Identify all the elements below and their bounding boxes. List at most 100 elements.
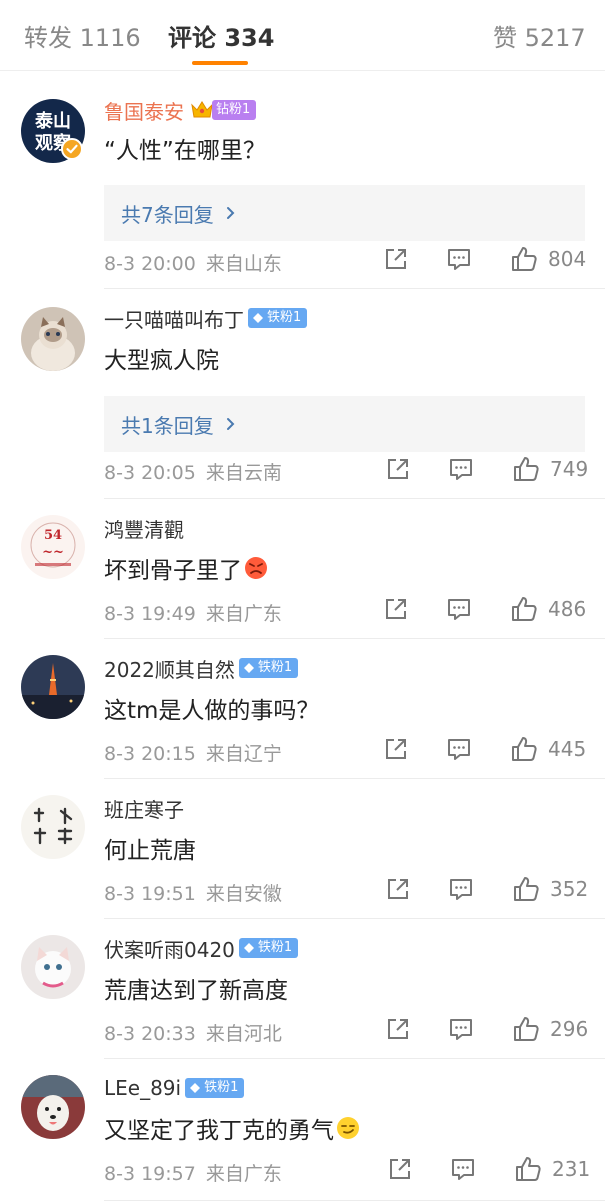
comment-meta: 8-3 19:49 来自广东 xyxy=(104,599,282,626)
comment-meta: 8-3 19:57 来自广东 xyxy=(104,1159,282,1186)
view-replies-button[interactable]: 共7条回复 xyxy=(104,185,585,241)
reply-button[interactable] xyxy=(449,877,473,901)
like-button[interactable]: 486 xyxy=(510,595,586,623)
comment-icon xyxy=(448,599,470,620)
user-line: 伏案听雨0420 铁粉1 xyxy=(104,933,299,963)
comment-meta: 8-3 20:05 来自云南 xyxy=(104,458,282,485)
user-line: 鲁国泰安 钻粉1 xyxy=(104,95,257,125)
comment-location: 来自广东 xyxy=(205,1163,282,1185)
comment-text: 这tm是人做的事吗？ xyxy=(104,698,320,724)
avatar[interactable]: 54 ~~ xyxy=(21,515,85,579)
avatar[interactable] xyxy=(21,1075,85,1139)
comment-text: “人性”在哪里？ xyxy=(104,138,266,164)
chevron-right-icon xyxy=(226,207,235,219)
username[interactable]: 2022顺其自然 xyxy=(104,654,235,683)
share-icon xyxy=(390,1159,410,1179)
share-button[interactable] xyxy=(386,1017,410,1041)
username[interactable]: 伏案听雨0420 xyxy=(104,934,235,963)
share-button[interactable] xyxy=(386,877,410,901)
tab-reposts[interactable]: 转发 1116 xyxy=(24,18,141,53)
share-button[interactable] xyxy=(386,457,410,481)
comment-text: 荒唐达到了新高度 xyxy=(104,978,288,1004)
tab-likes[interactable]: 赞 5217 xyxy=(493,18,586,53)
badge-label: 铁粉1 xyxy=(267,310,302,325)
comment-text-content: 坏到骨子里了 xyxy=(104,558,242,584)
view-replies-button[interactable]: 共1条回复 xyxy=(104,396,585,452)
user-line: 一只喵喵叫布丁 铁粉1 xyxy=(104,303,308,333)
comment-time: 8-3 19:51 xyxy=(104,883,196,905)
comment-item: LEe_89i 铁粉1 又坚定了我丁克的勇气 8-3 19:57来自广东 23 xyxy=(0,1059,605,1201)
user-line: LEe_89i 铁粉1 xyxy=(104,1073,245,1103)
comment-location: 来自云南 xyxy=(205,462,282,484)
share-icon xyxy=(386,249,406,269)
like-count: 486 xyxy=(548,597,587,621)
like-button[interactable]: 749 xyxy=(512,455,588,483)
user-line: 班庄寒子 xyxy=(104,793,184,823)
avatar[interactable] xyxy=(21,935,85,999)
replies-label: 共7条回复 xyxy=(121,202,214,227)
username[interactable]: LEe_89i xyxy=(104,1076,181,1100)
share-button[interactable] xyxy=(384,597,408,621)
comment-meta: 8-3 20:00 来自山东 xyxy=(104,249,282,276)
comment-location: 来自辽宁 xyxy=(205,743,282,765)
like-button[interactable]: 445 xyxy=(510,735,586,763)
user-line: 2022顺其自然 铁粉1 xyxy=(104,653,299,683)
tab-bar: 转发 1116 评论 334 赞 5217 xyxy=(0,0,605,71)
comment-time: 8-3 20:33 xyxy=(104,1023,196,1045)
reply-button[interactable] xyxy=(449,457,473,481)
like-button[interactable]: 296 xyxy=(512,1015,588,1043)
avatar[interactable] xyxy=(21,655,85,719)
like-button[interactable]: 231 xyxy=(514,1155,590,1183)
reply-button[interactable] xyxy=(451,1157,475,1181)
reply-button[interactable] xyxy=(447,247,471,271)
fan-badge: 铁粉1 xyxy=(238,938,299,958)
reply-button[interactable] xyxy=(447,737,471,761)
thumbs-up-icon xyxy=(514,457,539,481)
active-tab-indicator xyxy=(192,61,248,65)
share-icon xyxy=(388,879,408,899)
gem-icon xyxy=(190,1083,201,1093)
comment-icon xyxy=(450,1019,472,1040)
like-button[interactable]: 352 xyxy=(512,875,588,903)
badge-label: 铁粉1 xyxy=(257,940,293,955)
comment-meta: 8-3 19:51 来自安徽 xyxy=(104,879,282,906)
comment-text: 何止荒唐 xyxy=(104,838,196,864)
comment-location: 来自山东 xyxy=(205,253,282,275)
username[interactable]: 一只喵喵叫布丁 xyxy=(104,304,244,333)
fan-badge: 钻粉1 xyxy=(212,100,257,120)
replies-label: 共1条回复 xyxy=(121,413,214,438)
avatar-calligraphy-icon xyxy=(21,795,85,859)
comment-item: 伏案听雨0420 铁粉1 荒唐达到了新高度 8-3 20:33 来自河北 296 xyxy=(0,919,605,1059)
fan-badge: 铁粉1 xyxy=(185,1078,245,1098)
comment-icon xyxy=(450,459,472,480)
avatar[interactable] xyxy=(21,307,85,371)
username[interactable]: 鸿豐清觀 xyxy=(104,514,184,543)
username[interactable]: 鲁国泰安 xyxy=(104,96,184,125)
comment-time: 8-3 20:05 xyxy=(104,462,196,484)
verified-icon xyxy=(61,138,83,160)
angry-face-emoji-icon xyxy=(245,557,267,579)
comment-icon xyxy=(448,739,470,760)
comment-text: 大型疯人院 xyxy=(104,348,219,374)
share-button[interactable] xyxy=(384,737,408,761)
svg-text:~~: ~~ xyxy=(42,545,64,560)
share-icon xyxy=(386,599,406,619)
thumbs-up-icon xyxy=(512,737,537,761)
reply-button[interactable] xyxy=(447,597,471,621)
thumbs-up-icon xyxy=(514,1017,539,1041)
comment-item: 班庄寒子 何止荒唐 8-3 19:51 来自安徽 352 xyxy=(0,779,605,919)
share-button[interactable] xyxy=(388,1157,412,1181)
avatar-tower-night-icon xyxy=(21,655,85,719)
tab-comments[interactable]: 评论 334 xyxy=(168,18,274,53)
thumbs-up-icon xyxy=(512,597,537,621)
like-count: 231 xyxy=(552,1157,591,1181)
username[interactable]: 班庄寒子 xyxy=(104,794,184,823)
like-count: 749 xyxy=(550,457,589,481)
gem-icon xyxy=(253,313,263,323)
avatar[interactable] xyxy=(21,795,85,859)
reply-button[interactable] xyxy=(449,1017,473,1041)
share-icon xyxy=(388,1019,408,1039)
like-button[interactable]: 804 xyxy=(510,245,586,273)
badge-label: 铁粉1 xyxy=(257,660,293,675)
share-button[interactable] xyxy=(384,247,408,271)
